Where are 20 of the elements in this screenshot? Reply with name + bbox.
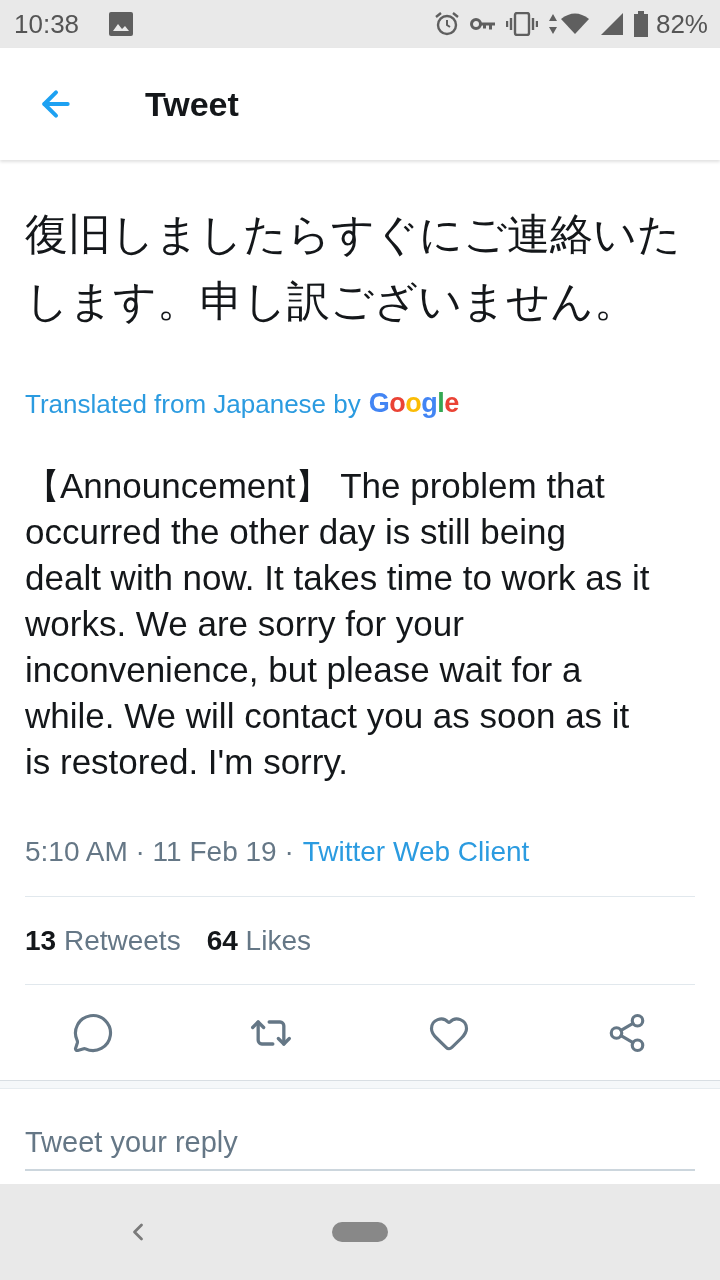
image-icon	[109, 12, 134, 36]
engagement-stat-link[interactable]: 64 Likes	[206, 920, 311, 962]
google-logo: Google	[368, 387, 459, 420]
translated-tweet-text: 【Announcement】 The problem that occurred the other day is still being dealt with now. It takes time to work as it works. We are sorry for your inconvenience, but please wait for a while. We will contact you as soon as it is restored. I'm sorry.	[25, 465, 650, 783]
data-arrows-icon	[547, 13, 558, 35]
vibrate-icon	[505, 12, 538, 36]
translation-label: Translated from Japanese by	[25, 388, 361, 420]
alarm-icon	[433, 11, 460, 37]
speech-bubble-icon	[72, 1011, 114, 1054]
engagement-stat-link[interactable]: 13 Retweets	[25, 920, 181, 962]
battery-icon	[633, 11, 648, 37]
signal-icon	[599, 12, 624, 36]
status-time: 10:38	[14, 7, 80, 41]
key-icon	[469, 16, 496, 32]
home-pill-button[interactable]	[332, 1222, 388, 1242]
original-tweet-text: 復旧しましたらすぐにご連絡いたします。申し訳ございません。	[25, 209, 682, 327]
battery-percentage: 82%	[655, 7, 708, 41]
tweet-timestamp: 5:10 AM · 11 Feb 19 ·	[25, 835, 294, 869]
page-title: Tweet	[145, 83, 239, 125]
wifi-icon	[559, 13, 590, 35]
